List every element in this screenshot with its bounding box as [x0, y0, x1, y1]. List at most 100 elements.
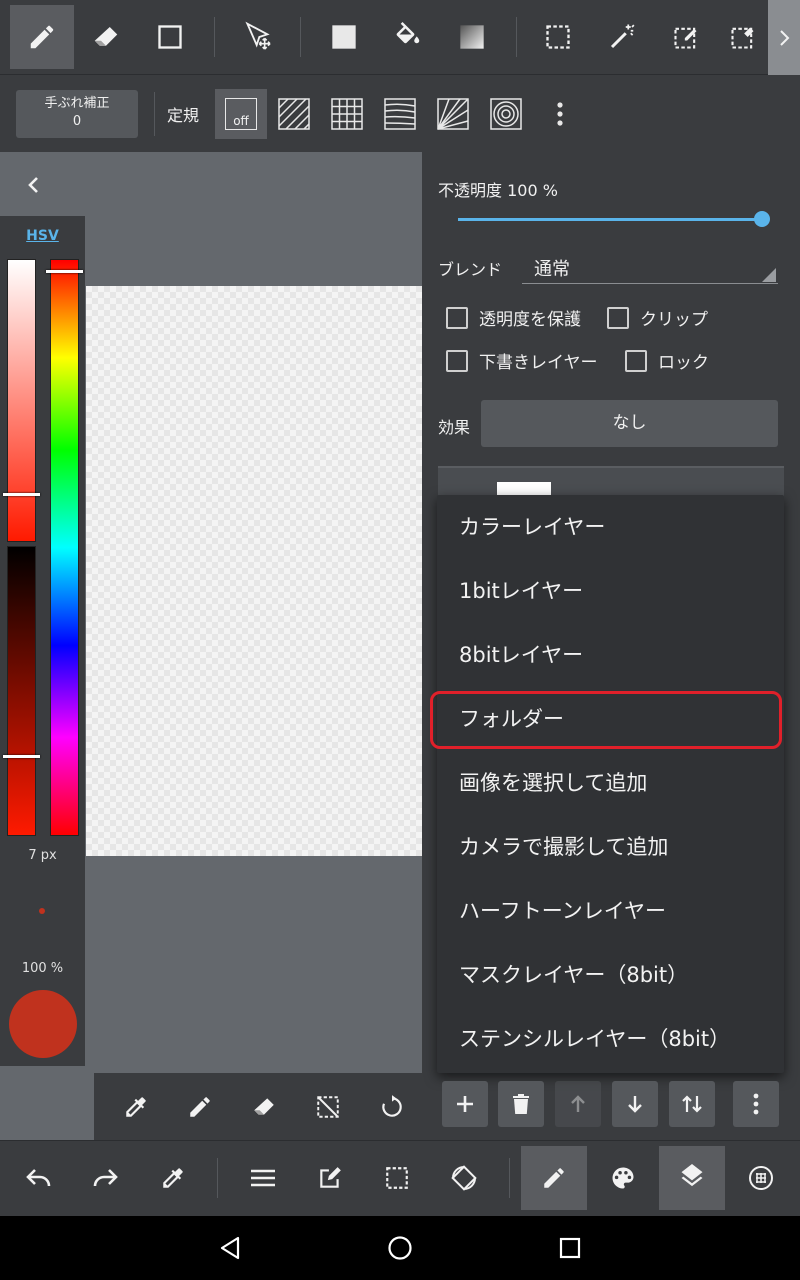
ruler-off-icon: off [225, 98, 257, 130]
back-triangle-icon [220, 1236, 240, 1260]
checkbox-icon [446, 349, 468, 372]
swap-icon [682, 1095, 702, 1113]
checkbox-icon [446, 306, 468, 329]
brush-size-preview[interactable] [39, 908, 45, 914]
layer-opacity-slider[interactable] [458, 218, 763, 221]
trash-icon [513, 1094, 529, 1114]
draft-layer-label: 下書きレイヤー [479, 353, 598, 373]
menu-item-color-layer[interactable]: カラーレイヤー [437, 495, 784, 559]
fill-rect-tool-button[interactable] [312, 5, 376, 69]
color-mode-toggle[interactable]: HSV [0, 228, 85, 244]
ruler-off-button[interactable]: off [215, 89, 267, 139]
bucket-icon [396, 22, 420, 44]
recents-square-icon [559, 1237, 581, 1259]
quick-pen-button[interactable] [178, 1085, 222, 1129]
menu-icon [251, 1169, 275, 1187]
ruler-parallel-button[interactable] [268, 89, 320, 139]
quick-eraser-button[interactable] [242, 1085, 286, 1129]
ruler-perspective-button[interactable] [374, 89, 426, 139]
blend-label: ブレンド [438, 260, 503, 279]
add-icon [457, 1096, 473, 1112]
select-eraser-tool-button[interactable] [718, 5, 768, 69]
move-layer-down-button[interactable] [612, 1081, 658, 1127]
parallel-lines-icon [278, 98, 310, 130]
rotate-canvas-button[interactable] [431, 1146, 497, 1210]
brush-panel-button[interactable] [521, 1146, 587, 1210]
eraser-icon [254, 1098, 274, 1115]
layer-opacity-thumb[interactable] [754, 211, 770, 227]
ruler-more-button[interactable] [540, 89, 580, 139]
saturation-slider[interactable] [7, 259, 36, 542]
layers-button[interactable] [659, 1146, 725, 1210]
hue-marker[interactable] [46, 270, 83, 273]
palette-button[interactable] [590, 1146, 656, 1210]
checkbox-icon [625, 349, 647, 372]
layer-more-button[interactable] [733, 1081, 779, 1127]
edit-button[interactable] [297, 1146, 363, 1210]
menu-item-add-from-camera[interactable]: カメラで撮影して追加 [437, 815, 784, 879]
shape-tool-button[interactable] [138, 5, 202, 69]
eraser-icon [94, 27, 118, 46]
menu-item-halftone-layer[interactable]: ハーフトーンレイヤー [437, 879, 784, 943]
move-layer-up-button[interactable] [555, 1081, 601, 1127]
menu-item-8bit-layer[interactable]: 8bitレイヤー [437, 623, 784, 687]
menu-item-1bit-layer[interactable]: 1bitレイヤー [437, 559, 784, 623]
edit-icon [320, 1167, 341, 1188]
redo-button[interactable] [72, 1146, 138, 1210]
brightness-slider[interactable] [7, 546, 36, 836]
effect-button[interactable]: なし [481, 400, 778, 447]
stabilizer-button[interactable]: 手ぶれ補正 0 [16, 90, 138, 138]
menu-item-add-from-image[interactable]: 画像を選択して追加 [437, 751, 784, 815]
quick-clear-selection-button[interactable] [306, 1085, 350, 1129]
eyedropper-button[interactable] [140, 1146, 206, 1210]
brush-opacity-label: 100 % [21, 961, 64, 976]
pen-tool-button[interactable] [10, 5, 74, 69]
move-tool-button[interactable] [226, 5, 290, 69]
selection-button[interactable] [364, 1146, 430, 1210]
quick-eyedropper-button[interactable] [114, 1085, 158, 1129]
bucket-tool-button[interactable] [376, 5, 440, 69]
brightness-marker[interactable] [3, 755, 40, 758]
blend-mode-value: 通常 [534, 259, 570, 280]
swap-layer-button[interactable] [669, 1081, 715, 1127]
divider [217, 1158, 218, 1198]
ruler-grid-button[interactable] [321, 89, 373, 139]
stabilizer-value: 0 [72, 114, 82, 129]
current-color-swatch[interactable] [9, 990, 77, 1058]
add-layer-button[interactable] [442, 1081, 488, 1127]
grid-icon [331, 98, 363, 130]
eraser-tool-button[interactable] [74, 5, 138, 69]
nav-home-button[interactable] [378, 1226, 422, 1270]
saturation-marker[interactable] [3, 493, 40, 496]
undo-button[interactable] [6, 1146, 72, 1210]
lock-label: ロック [658, 353, 709, 373]
select-rect-tool-button[interactable] [526, 5, 590, 69]
ruler-radial-button[interactable] [427, 89, 479, 139]
select-pen-tool-button[interactable] [654, 5, 718, 69]
draft-layer-checkbox[interactable]: 下書きレイヤー [446, 348, 598, 373]
menu-item-mask-layer[interactable]: マスクレイヤー（8bit） [437, 943, 784, 1007]
collapse-panel-button[interactable] [18, 170, 48, 200]
toolbar-scroll-button[interactable] [768, 0, 800, 75]
lock-checkbox[interactable]: ロック [625, 348, 709, 373]
material-button[interactable] [728, 1146, 794, 1210]
ruler-concentric-button[interactable] [480, 89, 532, 139]
quick-rotate-button[interactable] [370, 1085, 414, 1129]
clear-selection-icon [317, 1096, 339, 1118]
magic-wand-tool-button[interactable] [590, 5, 654, 69]
rectangle-icon [158, 25, 182, 49]
main-menu-button[interactable] [230, 1146, 296, 1210]
hue-slider[interactable] [50, 259, 79, 836]
brush-icon [544, 1168, 564, 1188]
delete-layer-button[interactable] [498, 1081, 544, 1127]
nav-recents-button[interactable] [548, 1226, 592, 1270]
nav-back-button[interactable] [208, 1226, 252, 1270]
protect-alpha-label: 透明度を保護 [479, 310, 581, 330]
drawing-canvas[interactable] [86, 286, 422, 856]
divider [509, 1158, 510, 1198]
menu-item-stencil-layer[interactable]: ステンシルレイヤー（8bit） [437, 1007, 784, 1071]
effect-label: 効果 [438, 418, 471, 437]
clip-checkbox[interactable]: クリップ [607, 305, 708, 330]
protect-alpha-checkbox[interactable]: 透明度を保護 [446, 305, 581, 330]
gradient-tool-button[interactable] [440, 5, 504, 69]
